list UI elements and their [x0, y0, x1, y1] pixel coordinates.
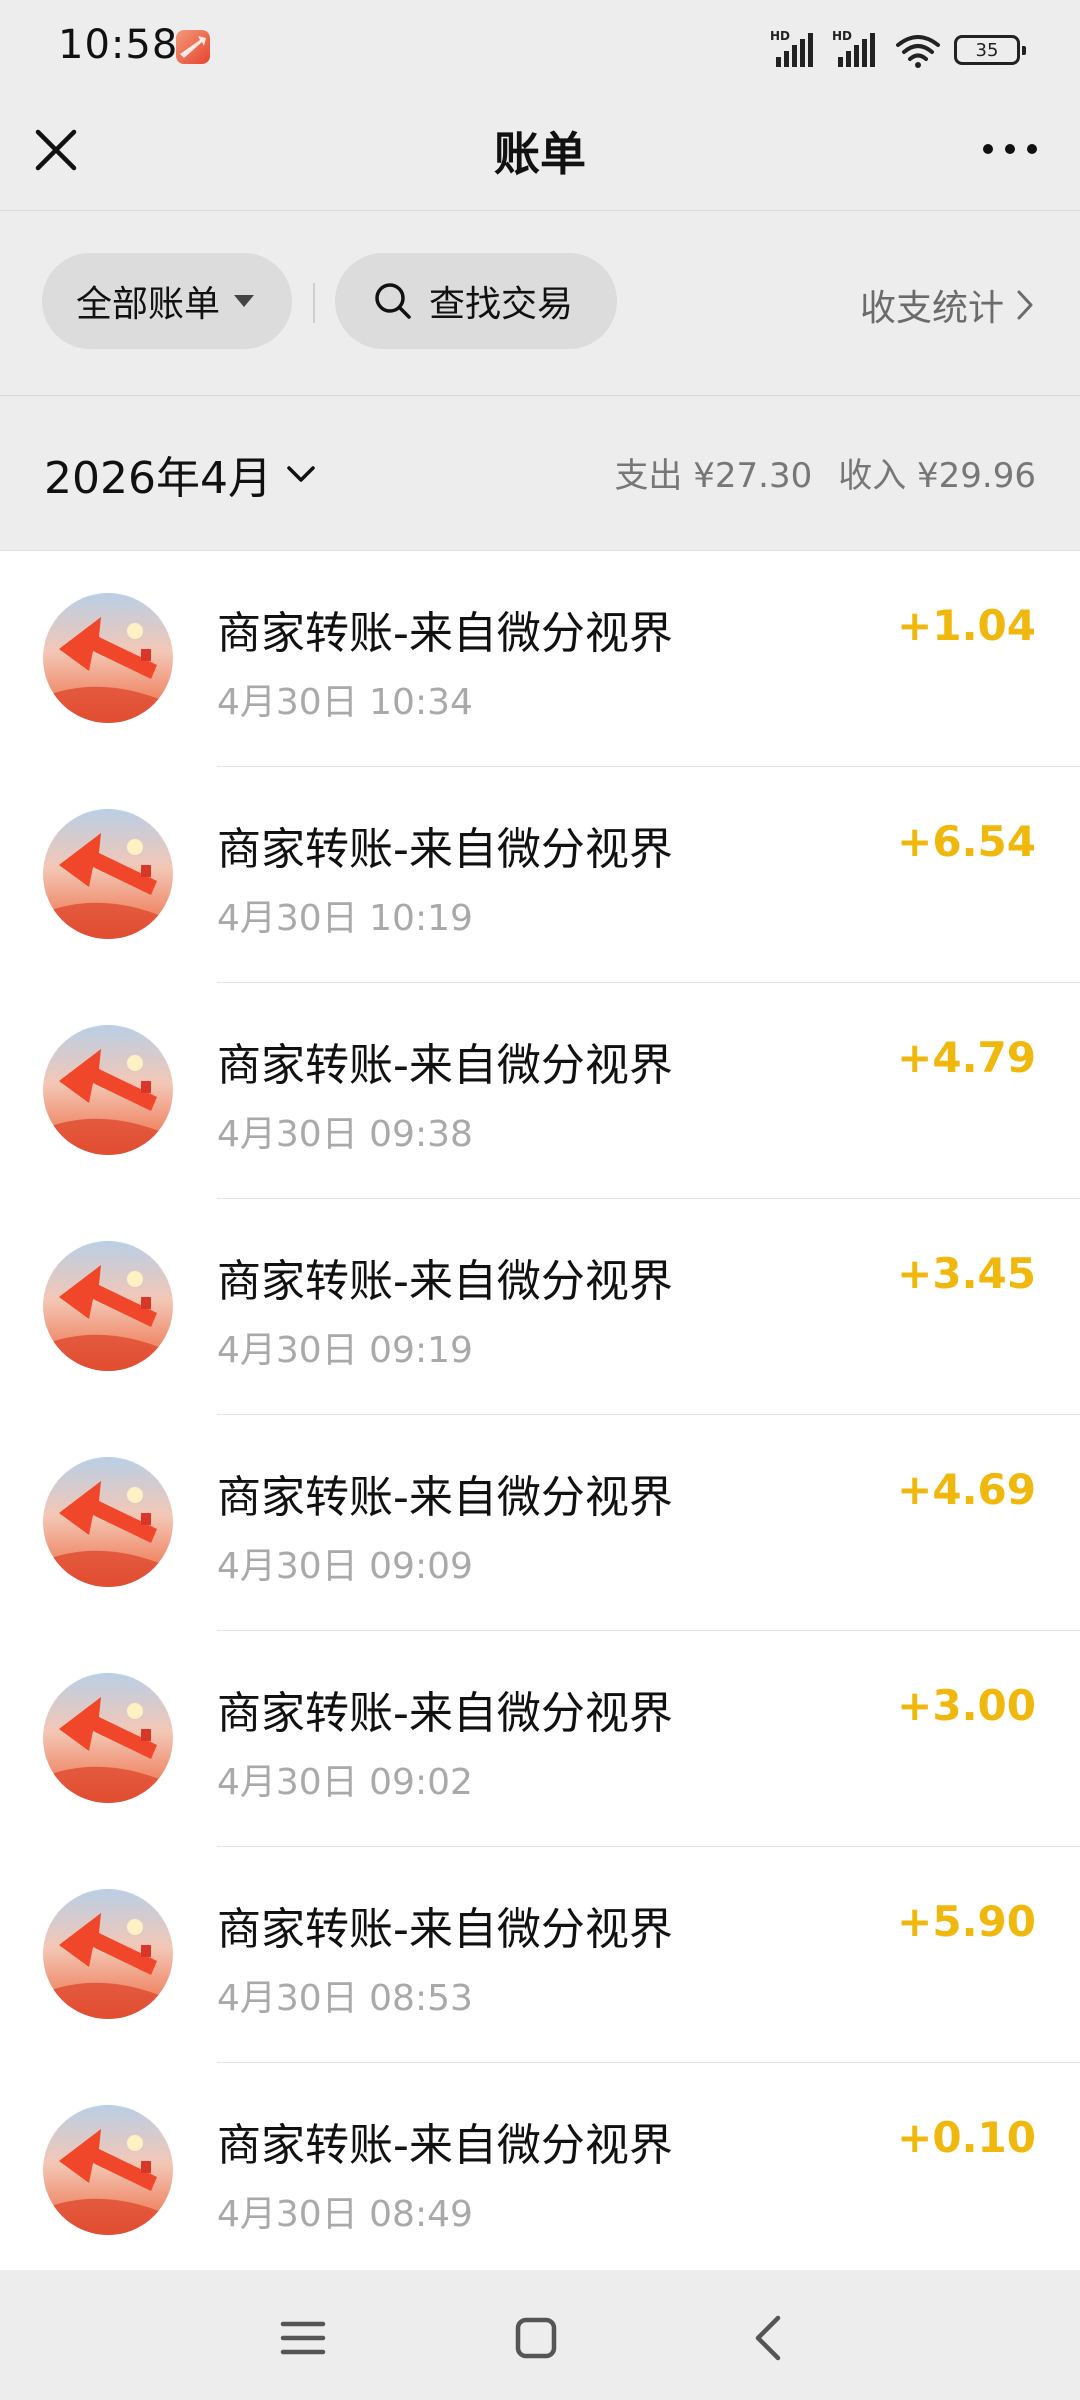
- transaction-time: 4月30日 10:34: [217, 682, 473, 723]
- transaction-title: 商家转账-来自微分视界: [217, 1040, 673, 1091]
- transaction-amount: +4.79: [897, 1033, 1036, 1082]
- search-label: 查找交易: [429, 284, 574, 325]
- transaction-amount: +6.54: [897, 817, 1036, 866]
- month-label: 2026年4月: [44, 453, 272, 504]
- all-bills-filter-button[interactable]: 全部账单: [42, 253, 292, 349]
- filter-divider: [313, 283, 315, 323]
- transaction-title: 商家转账-来自微分视界: [217, 1688, 673, 1739]
- merchant-avatar: [43, 2105, 173, 2235]
- nav-bar: 账单: [0, 96, 1080, 211]
- status-time: 10:58: [58, 22, 179, 68]
- stats-label: 收支统计: [859, 288, 1004, 329]
- transaction-amount: +1.04: [897, 601, 1036, 650]
- merchant-avatar: [43, 1673, 173, 1803]
- transaction-row[interactable]: 商家转账-来自微分视界 4月30日 09:38 +4.79: [0, 983, 1080, 1199]
- battery-level: 35: [975, 39, 999, 61]
- transaction-row[interactable]: 商家转账-来自微分视界 4月30日 09:02 +3.00: [0, 1631, 1080, 1847]
- merchant-avatar: [43, 593, 173, 723]
- more-icon[interactable]: [980, 134, 1040, 164]
- transaction-title: 商家转账-来自微分视界: [217, 1904, 673, 1955]
- chevron-down-icon: [287, 466, 315, 482]
- search-transactions-button[interactable]: 查找交易: [335, 253, 617, 349]
- merchant-avatar: [43, 1889, 173, 2019]
- transaction-time: 4月30日 09:02: [217, 1762, 473, 1803]
- merchant-avatar: [43, 1025, 173, 1155]
- month-summary-row: 2026年4月 支出 ¥27.30 收入 ¥29.96: [0, 396, 1080, 551]
- transaction-title: 商家转账-来自微分视界: [217, 608, 673, 659]
- transaction-time: 4月30日 09:19: [217, 1330, 473, 1371]
- transaction-row[interactable]: 商家转账-来自微分视界 4月30日 09:19 +3.45: [0, 1199, 1080, 1415]
- app-notification-icon: [176, 30, 210, 64]
- transaction-row[interactable]: 商家转账-来自微分视界 4月30日 08:49 +0.10: [0, 2063, 1080, 2279]
- month-income: 收入 ¥29.96: [838, 456, 1036, 496]
- page-title: 账单: [494, 127, 586, 181]
- transaction-row[interactable]: 商家转账-来自微分视界 4月30日 10:34 +1.04: [0, 551, 1080, 767]
- transaction-amount: +3.45: [897, 1249, 1036, 1298]
- back-icon[interactable]: [740, 2308, 800, 2368]
- home-icon[interactable]: [506, 2308, 566, 2368]
- transaction-time: 4月30日 08:53: [217, 1978, 473, 2019]
- all-bills-label: 全部账单: [76, 284, 221, 325]
- transaction-time: 4月30日 10:19: [217, 898, 473, 939]
- transaction-amount: +4.69: [897, 1465, 1036, 1514]
- transaction-time: 4月30日 09:38: [217, 1114, 473, 1155]
- signal-strength-icon: HD: [832, 29, 882, 69]
- transaction-amount: +0.10: [897, 2113, 1036, 2162]
- income-expense-stats-link[interactable]: 收支统计: [860, 279, 1034, 331]
- month-expense: 支出 ¥27.30: [614, 456, 813, 496]
- transaction-amount: +3.00: [897, 1681, 1036, 1730]
- battery-icon: 35: [954, 35, 1026, 65]
- transaction-row[interactable]: 商家转账-来自微分视界 4月30日 08:53 +5.90: [0, 1847, 1080, 2063]
- merchant-avatar: [43, 809, 173, 939]
- transaction-title: 商家转账-来自微分视界: [217, 1472, 673, 1523]
- transaction-title: 商家转账-来自微分视界: [217, 1256, 673, 1307]
- transaction-amount: +5.90: [897, 1897, 1036, 1946]
- filter-bar: 全部账单 查找交易 收支统计: [0, 211, 1080, 396]
- month-picker[interactable]: 2026年4月: [44, 442, 316, 506]
- transaction-list: 商家转账-来自微分视界 4月30日 10:34 +1.04 商家转账-来自微分视…: [0, 551, 1080, 2270]
- system-nav-bar: [0, 2270, 1080, 2400]
- status-indicators: HD HD 35: [770, 29, 1026, 70]
- transaction-row[interactable]: 商家转账-来自微分视界 4月30日 10:19 +6.54: [0, 767, 1080, 983]
- chevron-right-icon: [1017, 290, 1033, 320]
- dropdown-caret-icon: [234, 295, 255, 307]
- transaction-time: 4月30日 09:09: [217, 1546, 473, 1587]
- transaction-title: 商家转账-来自微分视界: [217, 824, 673, 875]
- transaction-row[interactable]: 商家转账-来自微分视界 4月30日 09:09 +4.69: [0, 1415, 1080, 1631]
- merchant-avatar: [43, 1241, 173, 1371]
- transaction-title: 商家转账-来自微分视界: [217, 2120, 673, 2171]
- transaction-time: 4月30日 08:49: [217, 2194, 473, 2235]
- status-bar: 10:58 HD HD 35: [0, 0, 1080, 96]
- menu-icon[interactable]: [273, 2308, 333, 2368]
- month-totals: 支出 ¥27.30 收入 ¥29.96: [614, 448, 1036, 497]
- wifi-icon: [896, 35, 940, 68]
- signal-strength-icon: HD: [770, 29, 820, 69]
- merchant-avatar: [43, 1457, 173, 1587]
- search-icon: [375, 283, 411, 319]
